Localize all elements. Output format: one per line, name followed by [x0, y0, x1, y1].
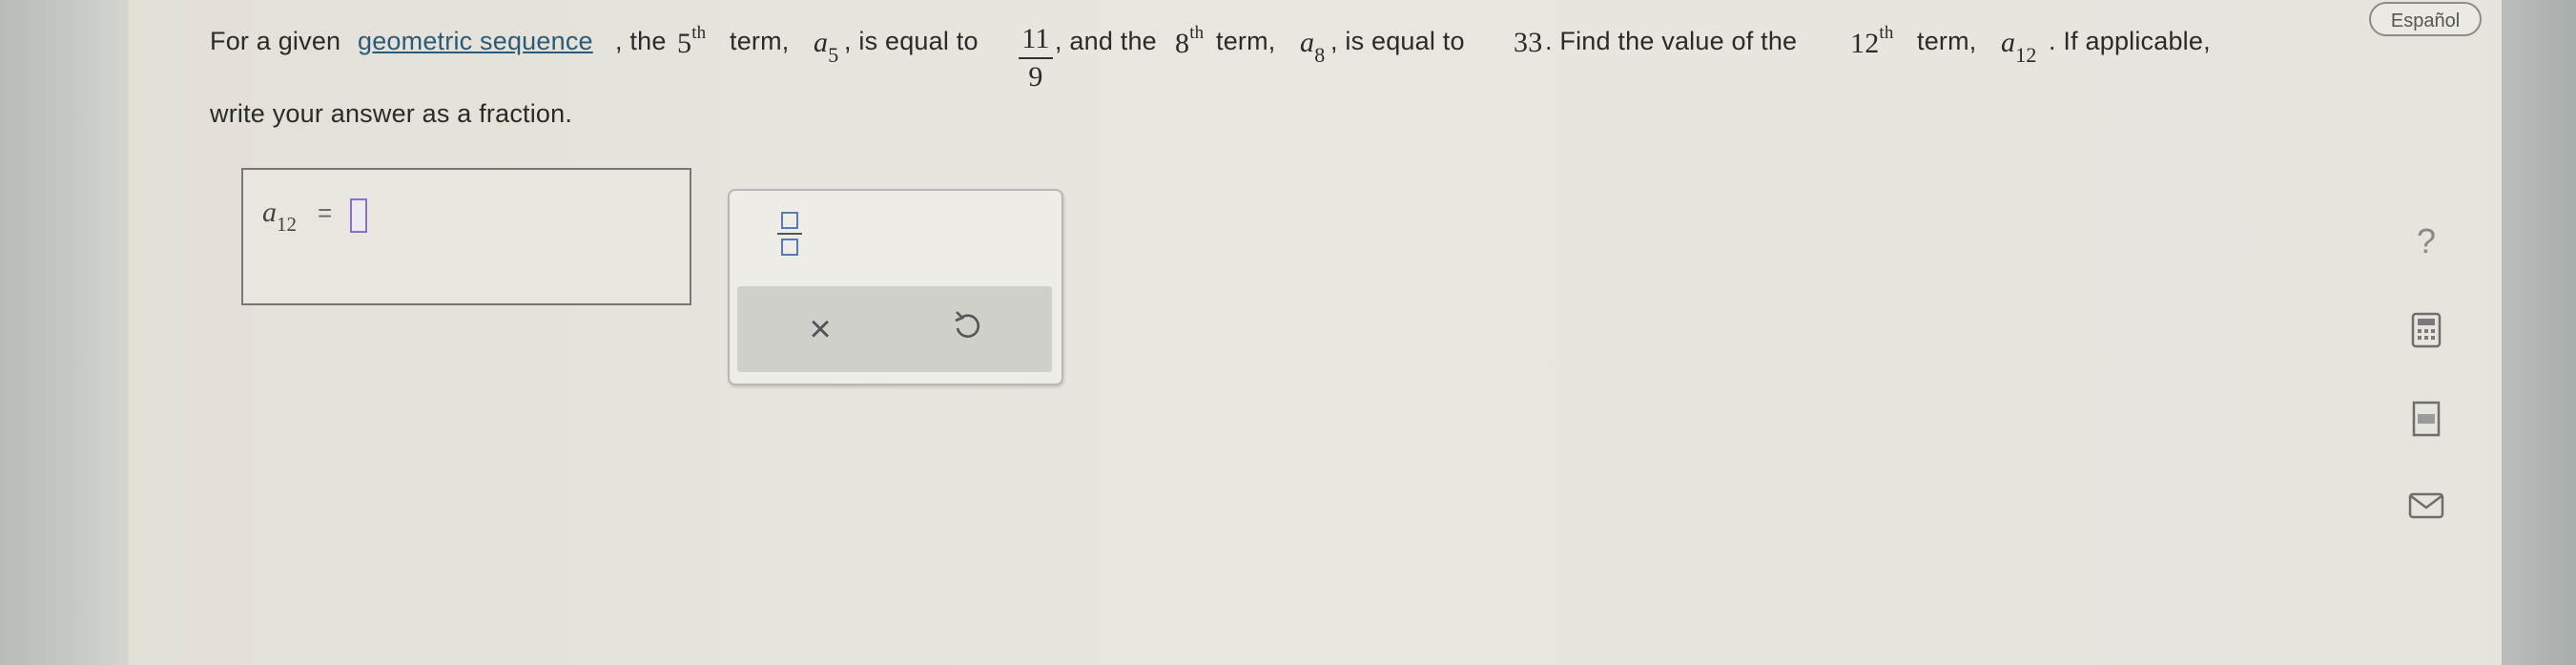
fraction-template-bar	[777, 233, 802, 235]
help-icon[interactable]: ?	[2407, 222, 2445, 260]
if-applicable-text: . If applicable,	[2049, 27, 2211, 55]
fraction-11-9: 11 9	[1019, 23, 1053, 94]
value-33: 33	[1514, 27, 1543, 58]
answer-input[interactable]	[350, 198, 367, 233]
calculator-icon[interactable]	[2407, 311, 2445, 349]
language-toggle-button[interactable]: Español	[2369, 2, 2482, 36]
mail-icon[interactable]	[2407, 487, 2445, 525]
equals-sign: =	[318, 198, 333, 227]
term-word-2: term,	[1216, 27, 1276, 55]
fraction-numerator-box	[781, 212, 798, 229]
undo-button[interactable]	[948, 307, 986, 345]
math-palette: ×	[728, 189, 1063, 385]
term-word-3: term,	[1917, 27, 1977, 55]
is-equal-to-text: , is equal to	[844, 27, 979, 55]
answer-area: a12 =	[241, 168, 691, 305]
term-a5: a5	[814, 27, 839, 67]
reference-icon[interactable]	[2407, 401, 2445, 439]
fraction-numerator: 11	[1021, 23, 1050, 54]
question-after-link: , the	[615, 27, 667, 55]
find-value-text: . Find the value of the	[1545, 27, 1798, 55]
question-text: For a given geometric sequence , the 5th…	[210, 23, 2346, 128]
fraction-denominator: 9	[1028, 61, 1043, 93]
term-a8: a8	[1300, 27, 1326, 67]
question-line-2: write your answer as a fraction.	[210, 99, 573, 128]
answer-label: a12	[262, 197, 297, 236]
palette-action-bar: ×	[737, 286, 1052, 372]
fraction-bar	[1019, 57, 1053, 59]
close-icon: ×	[809, 308, 832, 350]
left-bezel	[0, 0, 129, 665]
and-the-text: , and the	[1055, 27, 1157, 55]
term-index-5: 5th	[677, 23, 707, 59]
question-intro: For a given	[210, 27, 341, 55]
term-index-8: 8th	[1175, 23, 1205, 59]
geometric-sequence-link[interactable]: geometric sequence	[358, 27, 593, 56]
term-word: term,	[730, 27, 790, 55]
is-equal-to-text-2: , is equal to	[1330, 27, 1465, 55]
undo-icon	[955, 311, 980, 338]
fraction-template-icon[interactable]	[775, 208, 804, 261]
fraction-denominator-box	[781, 239, 798, 256]
clear-button[interactable]: ×	[796, 305, 844, 353]
right-bezel	[2502, 0, 2576, 665]
term-a12: a12	[2001, 27, 2037, 67]
term-index-12: 12th	[1850, 23, 1894, 59]
